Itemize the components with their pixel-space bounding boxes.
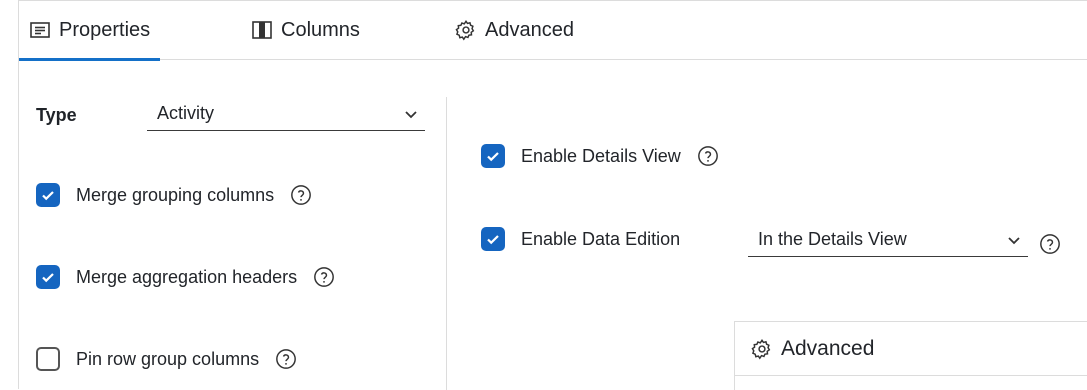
help-icon[interactable]	[697, 145, 719, 167]
details-view-checkbox[interactable]	[481, 144, 505, 168]
pin-row-group-checkbox[interactable]	[36, 347, 60, 371]
merge-grouping-option: Merge grouping columns	[36, 183, 312, 207]
advanced-subpanel: Advanced	[734, 321, 1087, 390]
gear-icon	[455, 19, 477, 41]
pin-row-group-option: Pin row group columns	[36, 347, 297, 371]
details-view-label: Enable Details View	[521, 145, 681, 166]
help-icon[interactable]	[275, 348, 297, 370]
chevron-down-icon	[405, 110, 417, 118]
merge-aggregation-checkbox[interactable]	[36, 265, 60, 289]
merge-aggregation-label: Merge aggregation headers	[76, 266, 298, 287]
gear-icon	[751, 338, 771, 359]
advanced-subpanel-title: Advanced	[781, 336, 875, 360]
data-edition-checkbox[interactable]	[481, 227, 505, 251]
properties-icon	[29, 19, 51, 41]
data-edition-label: Enable Data Edition	[521, 228, 681, 249]
merge-grouping-checkbox[interactable]	[36, 183, 60, 207]
tab-bar: Properties Columns Advanced	[18, 1, 1087, 61]
check-icon	[487, 152, 499, 162]
help-icon[interactable]	[313, 266, 335, 288]
check-icon	[487, 235, 499, 245]
merge-grouping-label: Merge grouping columns	[76, 184, 275, 205]
columns-icon	[251, 19, 273, 41]
data-edition-option: Enable Data Edition	[481, 227, 680, 251]
pin-row-group-label: Pin row group columns	[76, 348, 260, 369]
help-icon[interactable]	[1039, 233, 1061, 255]
tab-advanced-label: Advanced	[485, 18, 574, 41]
tab-columns-label: Columns	[281, 18, 360, 41]
advanced-subpanel-header[interactable]: Advanced	[735, 322, 1087, 376]
check-icon	[42, 191, 54, 201]
chevron-down-icon	[1008, 236, 1020, 244]
type-label: Type	[36, 105, 77, 125]
merge-aggregation-option: Merge aggregation headers	[36, 265, 335, 289]
help-icon[interactable]	[290, 184, 312, 206]
tab-advanced[interactable]: Advanced	[455, 1, 574, 59]
type-select-value: Activity	[157, 103, 215, 123]
details-view-option: Enable Details View	[481, 144, 719, 168]
data-edition-select-value: In the Details View	[758, 229, 907, 249]
tab-properties-label: Properties	[59, 18, 151, 41]
data-edition-select[interactable]: In the Details View	[748, 223, 1028, 257]
tab-columns[interactable]: Columns	[251, 1, 360, 59]
column-divider	[446, 97, 447, 390]
properties-panel: Properties Columns Advanced Type Activit…	[18, 0, 1087, 390]
check-icon	[42, 273, 54, 283]
type-select[interactable]: Activity	[147, 97, 425, 131]
tab-properties[interactable]: Properties	[18, 1, 161, 61]
